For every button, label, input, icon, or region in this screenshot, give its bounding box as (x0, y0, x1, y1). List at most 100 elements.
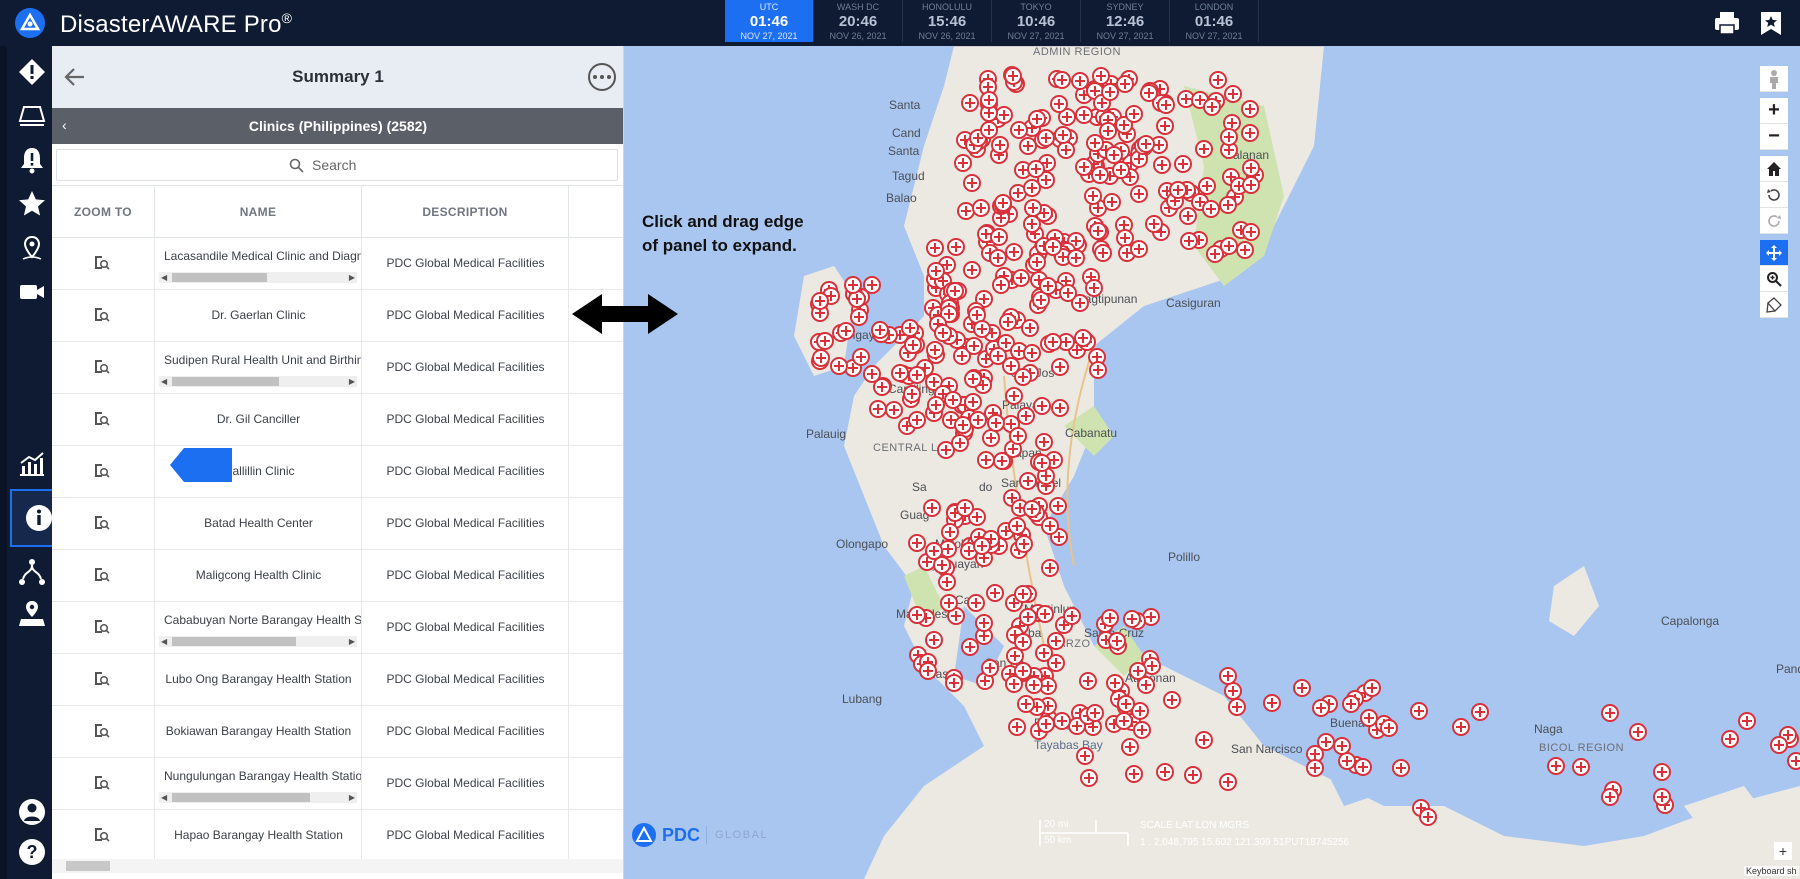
clinic-marker-icon[interactable] (1163, 691, 1181, 709)
rotate-right-icon[interactable] (1760, 208, 1788, 234)
zoom-box-icon[interactable] (1760, 266, 1788, 292)
column-header-zoom[interactable]: ZOOM TO (52, 186, 155, 238)
clinic-marker-icon[interactable] (1028, 253, 1046, 271)
clinic-marker-icon[interactable] (926, 341, 944, 359)
zoom-to-icon[interactable] (93, 722, 111, 740)
app-logo-icon[interactable] (15, 8, 45, 38)
clinic-marker-icon[interactable] (1051, 358, 1069, 376)
clinic-marker-icon[interactable] (947, 238, 965, 256)
clinic-marker-icon[interactable] (908, 411, 926, 429)
clinic-marker-icon[interactable] (1089, 361, 1107, 379)
clinic-marker-icon[interactable] (908, 606, 926, 624)
zoom-in-icon[interactable]: + (1760, 98, 1788, 124)
column-header-name[interactable]: NAME (155, 186, 362, 238)
zoom-to-icon[interactable] (93, 826, 111, 844)
clinic-marker-icon[interactable] (1547, 757, 1565, 775)
clinic-marker-icon[interactable] (1106, 674, 1124, 692)
clinic-marker-icon[interactable] (992, 276, 1010, 294)
table-row[interactable]: Batad Health Center PDC Global Medical Fa… (52, 498, 623, 550)
clinic-marker-icon[interactable] (1041, 517, 1059, 535)
printer-icon[interactable] (1712, 9, 1742, 37)
clinic-marker-icon[interactable] (1023, 344, 1041, 362)
clinic-marker-icon[interactable] (1184, 766, 1202, 784)
clinic-marker-icon[interactable] (1219, 667, 1237, 685)
clinic-marker-icon[interactable] (1079, 672, 1097, 690)
analytics-icon[interactable] (16, 448, 48, 480)
clinic-marker-icon[interactable] (1028, 110, 1046, 128)
clinic-marker-icon[interactable] (1153, 156, 1171, 174)
clinic-marker-icon[interactable] (1312, 699, 1330, 717)
clinic-marker-icon[interactable] (1203, 98, 1221, 116)
table-row[interactable]: Cababuyan Norte Barangay Health Station ◀… (52, 602, 623, 654)
table-row[interactable]: Mallillin Clinic PDC Global Medical Facil… (52, 446, 623, 498)
clinic-marker-icon[interactable] (1039, 277, 1057, 295)
clinic-marker-icon[interactable] (811, 292, 829, 310)
clinic-marker-icon[interactable] (1005, 387, 1023, 405)
table-row[interactable]: Maligcong Health Clinic PDC Global Medica… (52, 550, 623, 602)
clinic-marker-icon[interactable] (1169, 181, 1187, 199)
clinic-marker-icon[interactable] (1053, 71, 1071, 89)
clinic-marker-icon[interactable] (923, 499, 941, 517)
clinic-marker-icon[interactable] (941, 523, 959, 541)
pan-icon[interactable] (1760, 240, 1788, 266)
clinic-marker-icon[interactable] (891, 364, 909, 382)
zoom-to-icon[interactable] (93, 410, 111, 428)
clinic-marker-icon[interactable] (1236, 241, 1254, 259)
clinic-marker-icon[interactable] (1101, 609, 1119, 627)
clinic-marker-icon[interactable] (1770, 736, 1788, 754)
clinic-marker-icon[interactable] (989, 347, 1007, 365)
table-row[interactable]: Sudipen Rural Health Unit and Birthing ◀ ▶… (52, 342, 623, 394)
table-row[interactable]: Hapao Barangay Health Station PDC Global … (52, 810, 623, 862)
measure-icon[interactable] (1760, 292, 1788, 318)
clinic-marker-icon[interactable] (1015, 535, 1033, 553)
clinic-marker-icon[interactable] (1044, 333, 1062, 351)
clinic-marker-icon[interactable] (1092, 67, 1110, 85)
hazards-icon[interactable] (16, 56, 48, 88)
clock-london[interactable]: LONDON 01:46 NOV 27, 2021 (1170, 0, 1259, 42)
clinic-marker-icon[interactable] (973, 537, 991, 555)
clock-tokyo[interactable]: TOKYO 10:46 NOV 27, 2021 (992, 0, 1081, 42)
clinic-marker-icon[interactable] (1653, 763, 1671, 781)
clinic-marker-icon[interactable] (938, 573, 956, 591)
clinic-marker-icon[interactable] (1392, 759, 1410, 777)
clinic-marker-icon[interactable] (1140, 84, 1158, 102)
table-row[interactable]: Dr. Gaerlan Clinic PDC Global Medical Fac… (52, 290, 623, 342)
clinic-marker-icon[interactable] (1094, 244, 1112, 262)
zoom-to-icon[interactable] (93, 566, 111, 584)
zoom-to-icon[interactable] (93, 774, 111, 792)
clinic-marker-icon[interactable] (1130, 240, 1148, 258)
clinic-marker-icon[interactable] (863, 365, 881, 383)
clinic-marker-icon[interactable] (1206, 245, 1224, 263)
clinic-marker-icon[interactable] (1156, 117, 1174, 135)
clinic-marker-icon[interactable] (1471, 703, 1489, 721)
clinic-marker-icon[interactable] (987, 414, 1005, 432)
clinic-marker-icon[interactable] (972, 199, 990, 217)
clinic-marker-icon[interactable] (1125, 105, 1143, 123)
clinic-marker-icon[interactable] (1005, 243, 1023, 261)
clinic-marker-icon[interactable] (986, 584, 1004, 602)
clinic-marker-icon[interactable] (944, 391, 962, 409)
clinic-marker-icon[interactable] (965, 337, 983, 355)
clinic-marker-icon[interactable] (1219, 773, 1237, 791)
clinic-marker-icon[interactable] (1033, 454, 1051, 472)
clinic-marker-icon[interactable] (967, 594, 985, 612)
clinic-marker-icon[interactable] (903, 385, 921, 403)
cell-scrollbar[interactable]: ◀ ▶ (159, 272, 357, 283)
clinic-marker-icon[interactable] (1242, 159, 1260, 177)
cell-scrollbar[interactable]: ◀ ▶ (159, 792, 357, 803)
zoom-to-icon[interactable] (93, 358, 111, 376)
clinic-marker-icon[interactable] (1241, 124, 1259, 142)
clinic-marker-icon[interactable] (1014, 662, 1032, 680)
clinic-marker-icon[interactable] (975, 614, 993, 632)
clock-honolulu[interactable]: HONOLULU 15:46 NOV 26, 2021 (903, 0, 992, 42)
clinic-marker-icon[interactable] (994, 194, 1012, 212)
zoom-to-icon[interactable] (93, 462, 111, 480)
table-row[interactable]: Dr. Gil Canciller PDC Global Medical Faci… (52, 394, 623, 446)
clinic-marker-icon[interactable] (926, 239, 944, 257)
route-icon[interactable] (16, 556, 48, 588)
clinic-marker-icon[interactable] (844, 276, 862, 294)
clinic-marker-icon[interactable] (1085, 279, 1103, 297)
clinic-marker-icon[interactable] (990, 228, 1008, 246)
clinic-marker-icon[interactable] (961, 94, 979, 112)
clinic-marker-icon[interactable] (1076, 747, 1094, 765)
